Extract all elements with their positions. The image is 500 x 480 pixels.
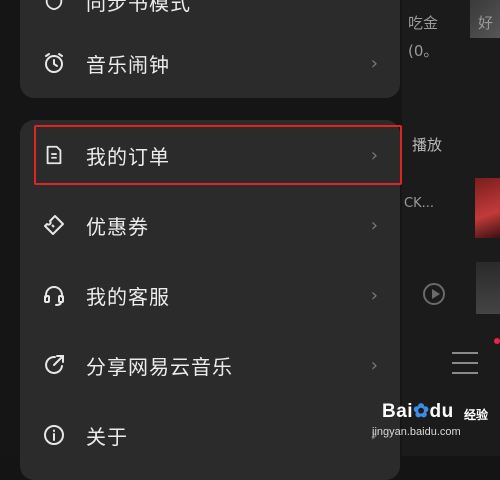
side-drawer: 同步书模式 音乐闹钟 › 我的订单 › 优惠券 › 我的客服 › 分享网易云音乐… bbox=[0, 0, 402, 480]
info-icon bbox=[42, 423, 66, 447]
drawer-item-sync-mode[interactable]: 同步书模式 bbox=[20, 0, 400, 32]
drawer-item-label: 我的客服 bbox=[86, 284, 170, 309]
chevron-right-icon: › bbox=[370, 354, 378, 376]
share-icon bbox=[42, 353, 66, 377]
drawer-item-label: 同步书模式 bbox=[86, 0, 191, 15]
chevron-right-icon: › bbox=[370, 214, 378, 236]
highlight-box bbox=[34, 125, 402, 185]
drawer-item-label: 音乐闹钟 bbox=[86, 52, 170, 77]
background-text: (0。 bbox=[408, 42, 439, 60]
drawer-item-music-alarm[interactable]: 音乐闹钟 › bbox=[20, 32, 400, 94]
coupon-icon bbox=[42, 213, 66, 237]
watermark-logo: Bai✿du bbox=[382, 401, 454, 422]
chevron-right-icon: › bbox=[370, 52, 378, 74]
drawer-item-label: 优惠券 bbox=[86, 214, 149, 239]
background-cover-art bbox=[475, 178, 500, 238]
paw-icon: ✿ bbox=[413, 401, 430, 422]
drawer-item-about[interactable]: 关于 › bbox=[20, 404, 400, 466]
drawer-item-coupons[interactable]: 优惠券 › bbox=[20, 194, 400, 256]
watermark-tag: 经验 bbox=[464, 408, 489, 422]
drawer-item-customer-service[interactable]: 我的客服 › bbox=[20, 264, 400, 326]
playlist-icon bbox=[452, 352, 478, 382]
background-play-icon bbox=[423, 283, 445, 305]
chevron-right-icon: › bbox=[370, 284, 378, 306]
drawer-item-label: 分享网易云音乐 bbox=[86, 354, 233, 379]
background-text: 好 bbox=[478, 14, 494, 32]
watermark-url: jingyan.baidu.com bbox=[372, 426, 461, 438]
shield-icon bbox=[42, 0, 66, 13]
background-play-text: 播放 bbox=[412, 136, 443, 154]
drawer-item-share[interactable]: 分享网易云音乐 › bbox=[20, 334, 400, 396]
background-text: 吃金 bbox=[408, 14, 439, 32]
drawer-item-label: 关于 bbox=[86, 424, 128, 449]
background-cover-art bbox=[476, 262, 500, 314]
alarm-clock-icon bbox=[42, 51, 66, 75]
background-text: CK... bbox=[404, 196, 434, 211]
watermark: Bai✿du 经验 jingyan.baidu.com bbox=[372, 400, 500, 456]
notification-dot bbox=[494, 338, 500, 344]
headset-icon bbox=[42, 283, 66, 307]
settings-card-top: 同步书模式 音乐闹钟 › bbox=[20, 0, 400, 98]
